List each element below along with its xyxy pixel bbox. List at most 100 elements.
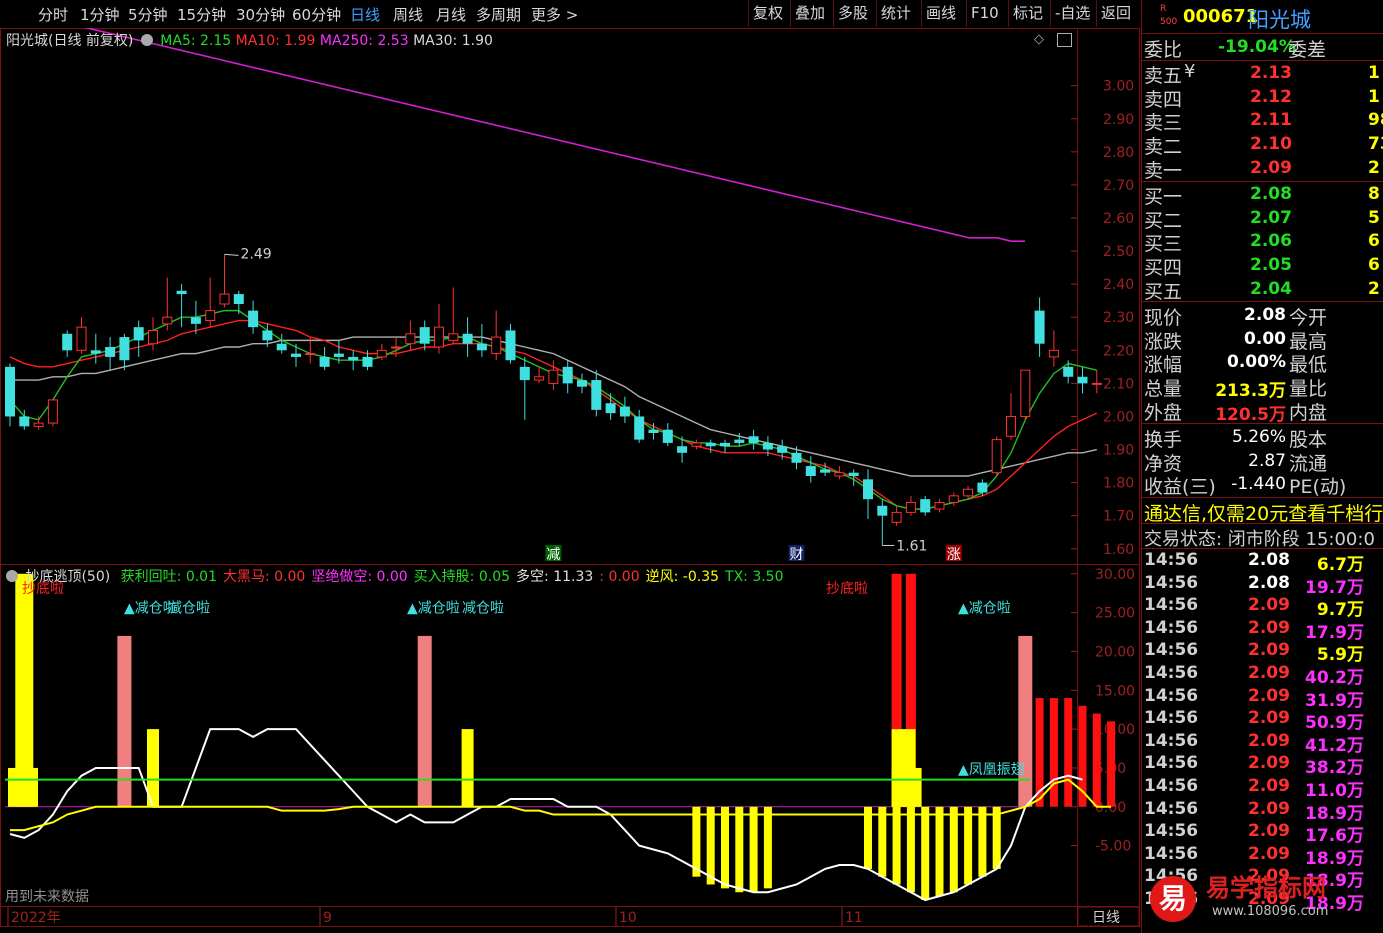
buy-vol-2: 6 <box>1368 231 1380 252</box>
sell-vol-0: 1 <box>1368 63 1380 83</box>
reduce-label-2: ▲减仓啦 <box>407 600 460 617</box>
period-tab-3[interactable]: 15分钟 <box>177 4 226 25</box>
sell-label-4: 卖一 <box>1144 159 1183 182</box>
ma5-label: MA5: 2.15 <box>160 33 232 49</box>
sep-4 <box>1142 423 1383 424</box>
indicator-name: 抄底逃顶(50) <box>25 569 111 585</box>
candle-body-65 <box>934 501 945 510</box>
chart-frame <box>0 28 1140 927</box>
dropdown-icon[interactable] <box>140 34 153 46</box>
window-toggle-icon[interactable] <box>1057 33 1072 47</box>
period-tab-6[interactable]: 日线 <box>350 4 380 25</box>
toolbar-action-0[interactable]: 复权 <box>748 0 787 27</box>
candle-body-29 <box>419 327 430 344</box>
candle-body-18 <box>262 330 273 341</box>
reduce-label-3: ▲减仓啦 <box>958 600 1011 617</box>
red-bar-4 <box>1064 698 1073 807</box>
period-tab-8[interactable]: 月线 <box>436 4 466 25</box>
kline-chart[interactable]: 3.00 2.90 2.80 2.70 2.60 2.50 2.40 2.30 2.20 2.10… <box>0 28 1140 927</box>
watermark-url: www.108096.com <box>1212 904 1329 919</box>
buy-price-1: 2.07 <box>1250 207 1292 228</box>
red-bar-6 <box>1092 713 1101 807</box>
sep-0 <box>1142 33 1383 34</box>
sell-currency-icon: ¥ <box>1184 61 1196 82</box>
buy-vol-0: 8 <box>1368 184 1380 204</box>
price-tick-0: 3.00 <box>1103 79 1134 95</box>
price-tick-14: 1.60 <box>1103 542 1134 558</box>
diamond-icon[interactable]: ◇ <box>1034 32 1048 47</box>
yellow-bar-6 <box>735 806 744 893</box>
candle-body-15 <box>219 293 230 305</box>
toolbar-action-2[interactable]: 多股 <box>833 0 872 27</box>
ma30-line <box>10 336 1097 477</box>
yellow-bar-15 <box>949 806 958 893</box>
period-tab-7[interactable]: 周线 <box>393 4 423 25</box>
candle-body-0 <box>5 366 15 417</box>
candle-body-37 <box>534 376 545 381</box>
candle-body-42 <box>605 403 616 414</box>
tick-time-13: 14:56 <box>1144 843 1199 864</box>
tick-time-11: 14:56 <box>1144 798 1199 819</box>
price-tick-13: 1.70 <box>1103 509 1134 525</box>
toolbar-action-3[interactable]: 统计 <box>876 0 915 27</box>
stat2-label-2: 收益(三) <box>1144 476 1216 499</box>
date-tick-2: 10 <box>619 910 637 926</box>
yellow-bar-3 <box>692 806 701 877</box>
tick-price-2: 2.09 <box>1248 595 1290 616</box>
sell-price-3: 2.10 <box>1250 134 1292 155</box>
period-tab-4[interactable]: 30分钟 <box>236 4 285 25</box>
candle-body-52 <box>748 436 759 443</box>
toolbar-action-4[interactable]: 画线 <box>921 0 960 27</box>
candle-body-6 <box>90 350 101 354</box>
buy-price-0: 2.08 <box>1250 184 1292 204</box>
period-tab-0[interactable]: 分时 <box>38 4 68 25</box>
toolbar-action-8[interactable]: 返回 <box>1096 0 1135 27</box>
yellow-bar-2 <box>461 729 474 807</box>
candle-body-54 <box>777 446 788 453</box>
period-tab-1[interactable]: 1分钟 <box>80 4 120 25</box>
candle-body-50 <box>720 442 730 447</box>
toolbar-action-7[interactable]: -自选 <box>1050 0 1094 27</box>
candle-body-14 <box>205 310 216 322</box>
red-bar-7 <box>1107 721 1116 807</box>
buy-label-2: 抄底啦 <box>826 580 868 597</box>
candle-body-73 <box>1048 349 1059 358</box>
candle-body-45 <box>648 429 659 433</box>
stat-label-4: 外盘 <box>1144 401 1183 424</box>
tick-vol-11: 18.9万 <box>1305 803 1364 824</box>
toolbar-action-1[interactable]: 叠加 <box>790 0 829 27</box>
phoenix-label: ▲凤凰振翅 <box>958 762 1025 778</box>
period-tab-9[interactable]: 多周期 <box>476 4 521 25</box>
yellow-bar-14 <box>935 806 944 897</box>
candle-body-61 <box>877 505 888 516</box>
tick-price-0: 2.08 <box>1248 550 1290 570</box>
yellow-base-bar <box>8 767 38 807</box>
candle-body-22 <box>319 356 330 367</box>
candle-body-31 <box>448 333 459 341</box>
stock-code: 000671 <box>1183 6 1259 27</box>
period-tab-5[interactable]: 60分钟 <box>292 4 341 25</box>
period-tab-2[interactable]: 5分钟 <box>128 4 168 25</box>
indicator-dropdown-icon[interactable] <box>6 570 18 582</box>
candle-body-57 <box>820 469 831 473</box>
sep-7 <box>1142 548 1383 549</box>
candle-body-35 <box>505 330 516 361</box>
promo-banner[interactable]: 通达信,仅需20元查看千档行 <box>1144 499 1383 526</box>
candle-body-4 <box>62 333 73 351</box>
indicator-value-4: 多空: 11.33 <box>516 569 594 585</box>
ma250-line <box>83 28 1025 242</box>
sell-vol-4: 2 <box>1368 157 1380 178</box>
tick-time-12: 14:56 <box>1144 821 1199 842</box>
quote-panel: R 500 000671 阳光城 委比 -19.04% 委差 卖五 ¥2.13 1 卖四 2.12 1 卖… <box>1141 0 1383 933</box>
toolbar-action-5[interactable]: F10 <box>966 0 1003 27</box>
low-annotation: 1.61 <box>896 538 927 554</box>
indicator-value-6: 逆风: -0.35 <box>645 569 720 585</box>
indicator-yellow-line <box>10 778 1112 832</box>
tick-vol-8: 41.2万 <box>1305 735 1364 756</box>
candle-body-32 <box>462 333 473 344</box>
tick-time-6: 14:56 <box>1144 685 1199 706</box>
ma250-label: MA250: 2.53 <box>319 33 409 49</box>
stat-value-1: 0.00 <box>1244 328 1286 349</box>
period-tab-10[interactable]: 更多 > <box>531 4 578 25</box>
toolbar-action-6[interactable]: 标记 <box>1008 0 1047 27</box>
